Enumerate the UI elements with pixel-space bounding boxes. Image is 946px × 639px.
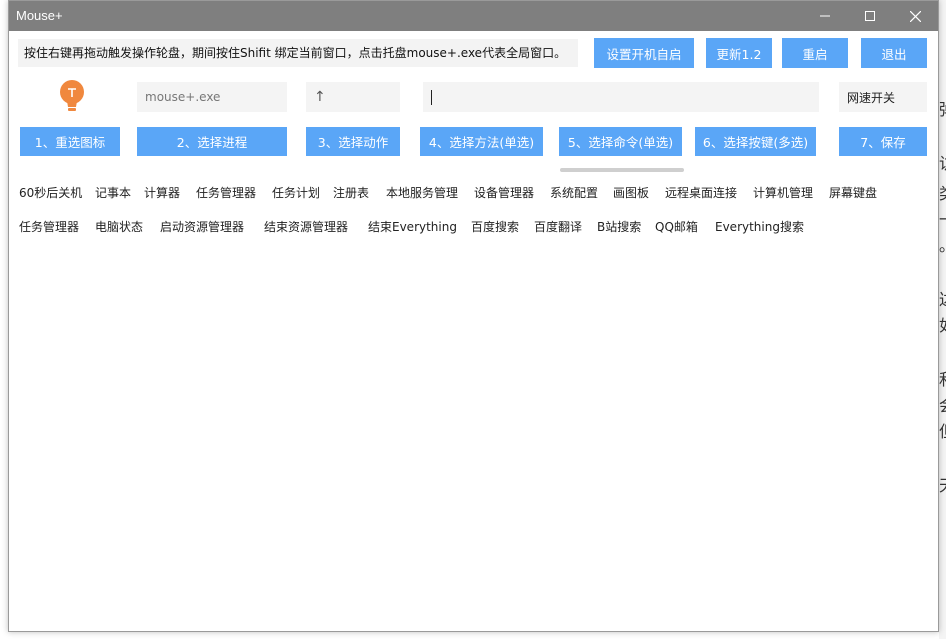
restart-button[interactable]: 重启 — [782, 38, 848, 68]
maximize-button[interactable] — [847, 1, 893, 31]
close-icon — [909, 10, 921, 22]
step-select-keys-button[interactable]: 6、选择按键(多选) — [695, 127, 816, 156]
text-cursor — [431, 89, 432, 105]
command-item[interactable]: 设备管理器 — [474, 184, 534, 201]
command-item[interactable]: 远程桌面连接 — [665, 184, 737, 201]
app-window: Mouse+ 按住右键再拖动触发操作轮盘，期间按住Shifit 绑定当前窗口，点… — [8, 0, 939, 632]
minimize-icon — [820, 15, 830, 17]
command-item[interactable]: 系统配置 — [550, 184, 598, 201]
command-item[interactable]: 画图板 — [613, 184, 649, 201]
command-item[interactable]: 百度翻译 — [534, 218, 582, 235]
step-reselect-icon-button[interactable]: 1、重选图标 — [20, 127, 120, 156]
process-input[interactable]: mouse+.exe — [137, 82, 287, 112]
speed-toggle[interactable]: 网速开关 — [839, 82, 927, 112]
step-select-method-button[interactable]: 4、选择方法(单选) — [420, 127, 543, 156]
command-item[interactable]: 计算机管理 — [753, 184, 813, 201]
step-select-command-button[interactable]: 5、选择命令(单选) — [559, 127, 682, 156]
background-window: 弹 访 类 一 。 达 如 和 会 但 天 — [939, 0, 946, 639]
command-item[interactable]: 注册表 — [333, 184, 369, 201]
command-item[interactable]: 本地服务管理 — [386, 184, 458, 201]
command-item[interactable]: 计算器 — [144, 184, 180, 201]
command-item[interactable]: 60秒后关机 — [19, 184, 82, 201]
step-select-process-button[interactable]: 2、选择进程 — [137, 127, 287, 156]
step-save-button[interactable]: 7、保存 — [839, 127, 927, 156]
close-button[interactable] — [892, 1, 938, 31]
command-item[interactable]: 启动资源管理器 — [160, 218, 244, 235]
command-item[interactable]: QQ邮箱 — [655, 218, 698, 235]
command-item[interactable]: Everything搜索 — [715, 218, 804, 235]
command-input[interactable] — [423, 82, 819, 112]
title-bar: Mouse+ — [9, 1, 938, 31]
command-item[interactable]: 任务计划 — [272, 184, 320, 201]
command-item[interactable]: 电脑状态 — [95, 218, 143, 235]
minimize-button[interactable] — [802, 1, 848, 31]
command-item[interactable]: 屏幕键盘 — [829, 184, 877, 201]
window-title: Mouse+ — [16, 8, 63, 23]
update-button[interactable]: 更新1.2 — [706, 38, 772, 68]
command-item[interactable]: 结束Everything — [368, 218, 457, 235]
lightbulb-icon[interactable] — [57, 79, 87, 115]
step-select-action-button[interactable]: 3、选择动作 — [306, 127, 400, 156]
usage-hint: 按住右键再拖动触发操作轮盘，期间按住Shifit 绑定当前窗口，点击托盘mous… — [18, 39, 578, 67]
exit-button[interactable]: 退出 — [861, 38, 927, 68]
action-input[interactable]: ↑ — [306, 82, 400, 112]
command-item[interactable]: 结束资源管理器 — [264, 218, 348, 235]
command-item[interactable]: 任务管理器 — [196, 184, 256, 201]
command-item[interactable]: B站搜索 — [597, 218, 641, 235]
command-item[interactable]: 百度搜索 — [471, 218, 519, 235]
command-item[interactable]: 任务管理器 — [19, 218, 79, 235]
scrollbar-thumb[interactable] — [560, 168, 684, 172]
command-item[interactable]: 记事本 — [95, 184, 131, 201]
autostart-button[interactable]: 设置开机自启 — [594, 38, 694, 68]
maximize-icon — [865, 11, 875, 21]
